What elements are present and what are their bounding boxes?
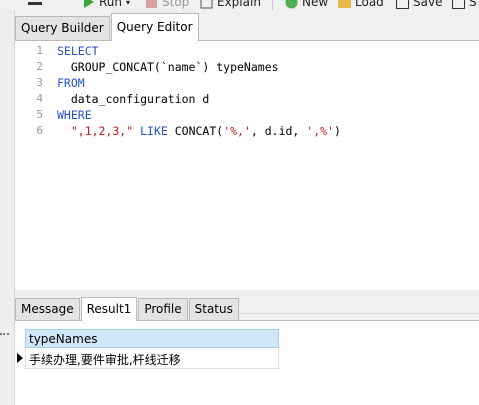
line-number: 1 (36, 44, 43, 57)
column-header-label: typeNames (29, 332, 98, 346)
new-label: New (302, 0, 329, 9)
line-number: 2 (36, 60, 43, 73)
explain-button[interactable]: Explain (200, 0, 261, 10)
code-token: data_configuration d (57, 92, 210, 106)
run-label: Run (99, 0, 123, 9)
cell-value: 手续办理,要件审批,杆线迁移 (29, 353, 181, 367)
tab-message[interactable]: Message (15, 298, 80, 320)
code-line: FROM (57, 75, 85, 91)
run-button[interactable]: Run ▾ (82, 0, 130, 10)
code-token: '%,' (223, 124, 251, 138)
drag-handle-icon[interactable] (0, 333, 9, 341)
chevron-down-icon[interactable]: ▾ (126, 0, 130, 7)
save-icon (396, 0, 409, 9)
stop-icon (146, 0, 157, 8)
tab-status[interactable]: Status (188, 298, 239, 320)
code-token: CONCAT( (174, 124, 224, 138)
line-number: 6 (36, 124, 43, 137)
code-token: ",1,2,3," (57, 124, 134, 138)
line-number: 5 (36, 108, 43, 121)
code-token: ) (333, 124, 341, 138)
save-as-button[interactable]: S (452, 0, 477, 10)
toolbar: Run ▾ Stop Explain New Load Save S (0, 0, 479, 10)
new-button[interactable]: New (285, 0, 328, 10)
new-icon (285, 0, 298, 8)
folder-icon (338, 0, 351, 8)
load-button[interactable]: Load (338, 0, 384, 10)
line-number: 3 (36, 76, 43, 89)
menu-icon[interactable] (28, 2, 42, 5)
result-grid: typeNames 手续办理,要件审批,杆线迁移 (15, 320, 479, 405)
stop-button[interactable]: Stop (145, 0, 189, 10)
code-token: WHERE (57, 108, 92, 122)
tab-query-editor[interactable]: Query Editor (110, 13, 199, 41)
toolbar-divider (272, 0, 273, 10)
tab-result1[interactable]: Result1 (80, 297, 138, 321)
row-indicator (15, 348, 25, 368)
code-line: ",1,2,3," LIKE CONCAT('%,', d.id, ',%') (57, 123, 341, 139)
code-line: data_configuration d (57, 91, 209, 107)
code-token: GROUP_CONCAT(`name`) typeNames (57, 60, 279, 74)
column-header-typenames[interactable]: typeNames (25, 329, 279, 348)
line-number: 4 (36, 92, 43, 105)
result-tab-bar: Message Result1 Profile Status (15, 296, 240, 321)
explain-icon (200, 0, 213, 8)
code-token: , d.id, (250, 124, 307, 138)
left-panel-strip (0, 0, 15, 405)
save-as-label: S (469, 0, 477, 9)
query-tab-bar: Query Builder Query Editor (15, 12, 200, 41)
code-token: FROM (57, 76, 85, 90)
explain-label: Explain (217, 0, 261, 9)
sql-editor[interactable]: 1 2 3 4 5 6 SELECT GROUP_CONCAT(`name`) typeN… (15, 40, 479, 331)
code-token: ',%' (306, 124, 334, 138)
tab-query-builder[interactable]: Query Builder (15, 16, 110, 40)
play-icon (84, 0, 94, 8)
code-line: GROUP_CONCAT(`name`) typeNames (57, 59, 279, 75)
save-button[interactable]: Save (396, 0, 442, 10)
tab-profile[interactable]: Profile (138, 298, 188, 320)
code-line: WHERE (57, 107, 92, 123)
save-as-icon (452, 0, 465, 9)
code-line: SELECT (57, 43, 99, 59)
code-token: SELECT (57, 44, 99, 58)
save-label: Save (413, 0, 443, 9)
current-row-arrow-icon (17, 353, 23, 363)
load-label: Load (355, 0, 384, 9)
code-token: LIKE (133, 124, 175, 138)
stop-label: Stop (162, 0, 190, 9)
table-cell[interactable]: 手续办理,要件审批,杆线迁移 (25, 348, 279, 369)
